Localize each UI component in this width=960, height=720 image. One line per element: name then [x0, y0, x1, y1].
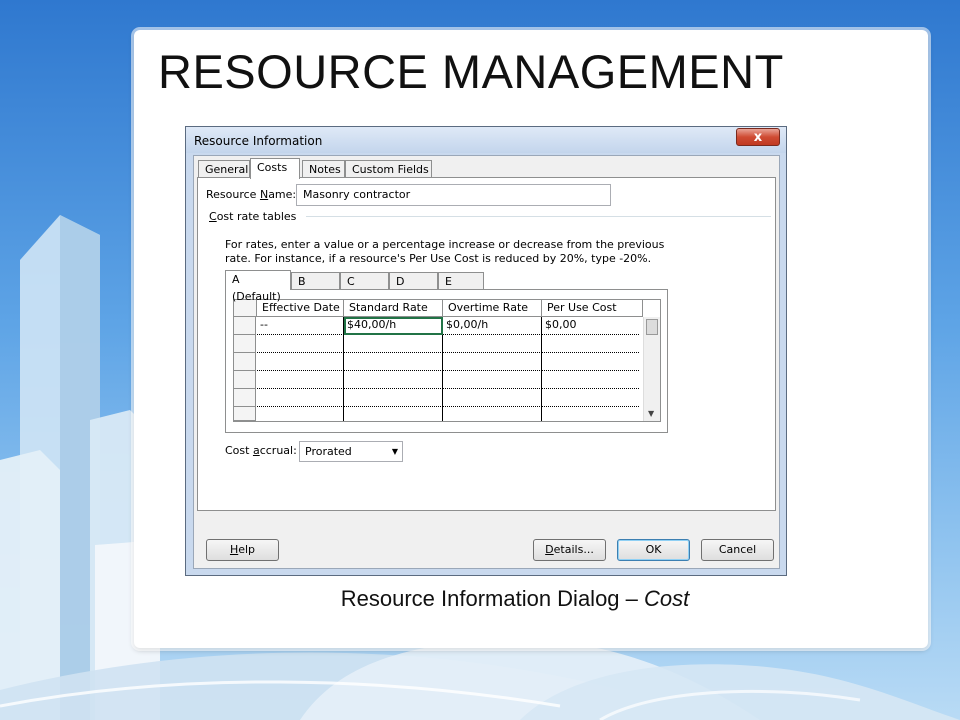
row-header[interactable] [234, 353, 256, 371]
rate-table-panel: Effective Date Standard Rate Overtime Ra… [225, 289, 668, 433]
tab-notes[interactable]: Notes [302, 160, 345, 178]
grid-cell[interactable] [542, 371, 639, 389]
dialog-title: Resource Information [194, 134, 323, 148]
cell-effective-date[interactable]: -- [257, 317, 344, 335]
column-header-per-use-cost[interactable]: Per Use Cost [542, 300, 643, 317]
dialog-body: General Costs Notes Custom Fields Resour… [193, 155, 780, 569]
row-header[interactable] [234, 371, 256, 389]
column-header-standard-rate[interactable]: Standard Rate [344, 300, 443, 317]
grid-cell[interactable] [542, 407, 639, 421]
cell-overtime-rate[interactable]: $0,00/h [443, 317, 542, 335]
cell-per-use-cost[interactable]: $0,00 [542, 317, 639, 335]
cost-rate-tables-label: Cost rate tables [209, 210, 297, 223]
tab-custom-fields[interactable]: Custom Fields [345, 160, 432, 178]
grid-cell[interactable] [344, 335, 443, 353]
grid-cell[interactable] [257, 371, 344, 389]
help-button[interactable]: Help [206, 539, 279, 561]
instruction-line-2: rate. For instance, if a resource's Per … [225, 252, 652, 265]
scroll-down-arrow-icon[interactable]: ▼ [648, 409, 654, 418]
rate-tab-c[interactable]: C [340, 272, 389, 290]
tab-custom-fields-label: Custom Fields [352, 163, 429, 176]
rate-tab-e-label: E [445, 275, 452, 288]
close-icon: x [753, 130, 763, 145]
dialog-titlebar[interactable]: Resource Information x [186, 127, 786, 153]
grid-cell[interactable] [542, 335, 639, 353]
resource-name-label: Resource Name: [206, 188, 297, 201]
grid-cell[interactable] [443, 407, 542, 421]
row-header[interactable] [234, 407, 256, 421]
scrollbar-thumb[interactable] [646, 319, 658, 335]
grid-cell[interactable] [344, 389, 443, 407]
slide-caption: Resource Information Dialog – Cost [200, 586, 830, 612]
tab-costs-label: Costs [257, 161, 288, 174]
rate-tab-a-label: A (Default) [232, 273, 281, 303]
grid-cell[interactable] [542, 389, 639, 407]
grid-cell[interactable] [344, 371, 443, 389]
cell-standard-rate-selected[interactable]: $40,00/h [344, 317, 443, 335]
details-button[interactable]: Details... [533, 539, 606, 561]
tab-general-label: General [205, 163, 249, 176]
instruction-line-1: For rates, enter a value or a percentage… [225, 238, 665, 251]
resource-information-dialog: Resource Information x General Costs Not… [185, 126, 787, 576]
row-header[interactable] [234, 317, 256, 335]
cancel-button[interactable]: Cancel [701, 539, 774, 561]
grid-cell[interactable] [257, 389, 344, 407]
grid-cell[interactable] [257, 407, 344, 421]
costs-tab-panel: Resource Name: Masonry contractor Cost r… [197, 177, 776, 511]
chevron-down-icon: ▼ [391, 447, 398, 456]
cost-rate-grid[interactable]: Effective Date Standard Rate Overtime Ra… [233, 299, 661, 422]
grid-cell[interactable] [443, 335, 542, 353]
grid-cell[interactable] [257, 335, 344, 353]
tab-general[interactable]: General [198, 160, 250, 178]
grid-cell[interactable] [443, 389, 542, 407]
grid-cell[interactable] [542, 353, 639, 371]
caption-italic: Cost [644, 586, 690, 611]
row-header[interactable] [234, 335, 256, 353]
cost-accrual-dropdown[interactable]: Prorated ▼ [299, 441, 403, 462]
rate-tab-e[interactable]: E [438, 272, 484, 290]
row-header[interactable] [234, 389, 256, 407]
column-header-overtime-rate[interactable]: Overtime Rate [443, 300, 542, 317]
rate-tab-d-label: D [396, 275, 405, 288]
close-button[interactable]: x [736, 128, 780, 146]
grid-cell[interactable] [443, 371, 542, 389]
tab-notes-label: Notes [309, 163, 341, 176]
caption-text: Resource Information Dialog – [340, 586, 644, 611]
cost-rate-tables-separator [306, 216, 771, 217]
rate-tab-b[interactable]: B [291, 272, 340, 290]
ok-button[interactable]: OK [617, 539, 690, 561]
grid-cell[interactable] [257, 353, 344, 371]
grid-vertical-scrollbar[interactable]: ▼ [643, 317, 660, 421]
grid-cell[interactable] [344, 407, 443, 421]
grid-cell[interactable] [443, 353, 542, 371]
grid-cell[interactable] [344, 353, 443, 371]
rate-tab-c-label: C [347, 275, 355, 288]
resource-name-field[interactable]: Masonry contractor [296, 184, 611, 206]
cost-accrual-label: Cost accrual: [225, 444, 297, 457]
rate-tab-d[interactable]: D [389, 272, 438, 290]
rate-tab-a-default[interactable]: A (Default) [225, 270, 291, 303]
slide-title: RESOURCE MANAGEMENT [158, 45, 784, 98]
cost-accrual-value: Prorated [305, 445, 352, 458]
tab-costs[interactable]: Costs [250, 158, 300, 179]
rate-tab-b-label: B [298, 275, 306, 288]
